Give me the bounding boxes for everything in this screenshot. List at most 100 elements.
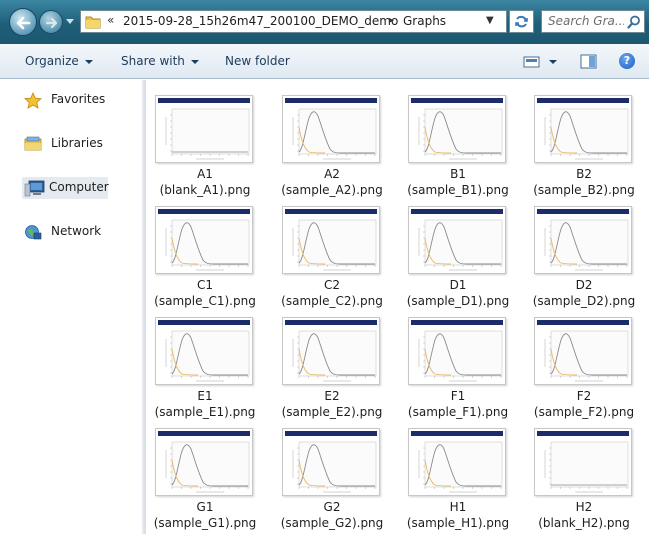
file-name-line2: (blank_A1).png	[159, 183, 251, 197]
file-item[interactable]: D2 (sample_D2).png	[525, 197, 643, 309]
chevron-down-icon	[190, 59, 199, 64]
nav-item-label: Favorites	[51, 92, 106, 106]
file-item[interactable]: G2 (sample_G2).png	[273, 419, 391, 531]
file-name-line1: H1	[449, 500, 467, 514]
change-view-icon[interactable]	[523, 55, 541, 69]
file-item[interactable]: F2 (sample_F2).png	[525, 308, 643, 419]
breadcrumb-separator[interactable]: ▸	[389, 15, 394, 26]
file-item[interactable]: D1 (sample_D1).png	[399, 197, 517, 309]
file-name-line1: D2	[575, 278, 593, 292]
nav-item-computer[interactable]: Computer	[22, 177, 109, 199]
file-name-line2: (sample_C2).png	[281, 294, 383, 308]
file-name-line1: C1	[196, 278, 213, 292]
overflow-chevron[interactable]: «	[107, 13, 114, 27]
file-name-label: D1 (sample_D1).png	[399, 277, 517, 309]
views-dropdown-arrow[interactable]	[549, 60, 557, 64]
file-name-label: G2 (sample_G2).png	[273, 499, 391, 531]
spectrum-graph-preview	[418, 441, 503, 493]
file-name-label: D2 (sample_D2).png	[525, 277, 643, 309]
file-list: A1 (blank_A1).png A2 (sample_A2).png B1 (sa…	[146, 80, 649, 534]
spectrum-graph-preview	[418, 330, 503, 382]
file-thumbnail	[282, 95, 380, 163]
file-item[interactable]: B2 (sample_B2).png	[525, 86, 643, 197]
file-name-line1: C2	[323, 278, 340, 292]
nav-item-favorites[interactable]: Favorites	[24, 89, 138, 111]
navigation-pane: Favorites Libraries Computer Network	[0, 80, 142, 534]
search-input[interactable]	[548, 14, 624, 28]
file-name-label: F1 (sample_F1).png	[399, 388, 517, 420]
file-name-line2: (sample_B1).png	[407, 183, 509, 197]
file-thumbnail	[408, 206, 506, 274]
file-name-line1: E2	[324, 389, 340, 403]
computer-icon	[24, 180, 45, 197]
back-button[interactable]	[9, 8, 37, 36]
network-icon	[25, 225, 42, 240]
file-name-line1: D1	[449, 278, 467, 292]
nav-item-label: Network	[51, 224, 102, 238]
file-name-line2: (sample_F2).png	[533, 405, 635, 419]
file-thumbnail	[155, 206, 253, 274]
file-name-label: E1 (sample_E1).png	[146, 388, 264, 420]
breadcrumb-current-folder[interactable]: Graphs	[403, 14, 446, 28]
file-item[interactable]: B1 (sample_B1).png	[399, 86, 517, 197]
new-folder-button[interactable]: New folder	[225, 54, 290, 68]
file-thumbnail	[534, 428, 632, 496]
share-with-button[interactable]: Share with	[121, 54, 199, 68]
file-item[interactable]: F1 (sample_F1).png	[399, 308, 517, 420]
file-name-line1: B1	[450, 167, 466, 181]
file-item[interactable]: C1 (sample_C1).png	[146, 197, 264, 308]
libraries-icon	[24, 136, 42, 151]
folder-icon	[85, 16, 101, 29]
file-name-line1: A2	[324, 167, 340, 181]
file-item[interactable]: E2 (sample_E2).png	[273, 308, 391, 420]
preview-pane-icon[interactable]	[580, 54, 598, 70]
search-icon[interactable]	[627, 15, 641, 29]
spectrum-graph-preview	[544, 219, 629, 271]
file-item[interactable]: G1 (sample_G1).png	[146, 419, 264, 531]
file-name-line1: G1	[196, 500, 214, 514]
spectrum-graph-preview	[292, 330, 377, 382]
thumbnail-header	[285, 209, 377, 214]
address-dropdown-arrow[interactable]: ▼	[486, 15, 494, 26]
file-thumbnail	[282, 317, 380, 385]
file-name-line2: (sample_B2).png	[533, 183, 635, 197]
address-path-box[interactable]: « 2015-09-28_15h26m47_200100_DEMO_demo ▸…	[80, 10, 507, 33]
nav-item-label: Computer	[49, 180, 109, 194]
file-thumbnail	[155, 428, 253, 496]
file-item[interactable]: E1 (sample_E1).png	[146, 308, 264, 420]
file-item[interactable]: A1 (blank_A1).png	[146, 86, 264, 197]
search-box[interactable]	[541, 10, 645, 33]
file-item[interactable]: C2 (sample_C2).png	[273, 197, 391, 308]
nav-item-network[interactable]: Network	[24, 221, 138, 243]
file-name-line2: (sample_G2).png	[280, 516, 384, 530]
recent-pages-dropdown[interactable]	[66, 19, 74, 24]
file-name-label: H2 (blank_H2).png	[525, 499, 643, 531]
file-item[interactable]: H1 (sample_H1).png	[399, 419, 517, 530]
organize-button[interactable]: Organize	[25, 54, 93, 68]
chevron-down-icon	[84, 59, 93, 64]
thumbnail-header	[411, 320, 503, 325]
file-item[interactable]: H2 (blank_H2).png	[525, 419, 643, 531]
refresh-button[interactable]	[509, 10, 534, 33]
spectrum-graph-preview	[418, 108, 503, 160]
thumbnail-header	[537, 209, 629, 214]
spectrum-graph-preview	[292, 441, 377, 493]
breadcrumb-parent-folder[interactable]: 2015-09-28_15h26m47_200100_DEMO_demo	[123, 14, 398, 28]
file-name-line2: (sample_D2).png	[532, 294, 636, 308]
nav-item-libraries[interactable]: Libraries	[24, 133, 138, 155]
forward-arrow-icon	[45, 17, 58, 29]
forward-button[interactable]	[39, 10, 63, 34]
spectrum-graph-preview	[544, 441, 629, 493]
file-name-label: A2 (sample_A2).png	[273, 166, 391, 198]
file-item[interactable]: A2 (sample_A2).png	[273, 86, 391, 198]
file-thumbnail	[534, 95, 632, 163]
file-name-label: G1 (sample_G1).png	[146, 499, 264, 531]
thumbnail-header	[411, 209, 503, 214]
file-name-line1: B2	[576, 167, 592, 181]
spectrum-graph-preview	[165, 330, 250, 382]
help-button[interactable]: ?	[619, 53, 635, 69]
file-name-line1: E1	[197, 389, 213, 403]
file-name-label: E2 (sample_E2).png	[273, 388, 391, 420]
thumbnail-header	[411, 431, 503, 436]
back-arrow-icon	[16, 16, 31, 30]
